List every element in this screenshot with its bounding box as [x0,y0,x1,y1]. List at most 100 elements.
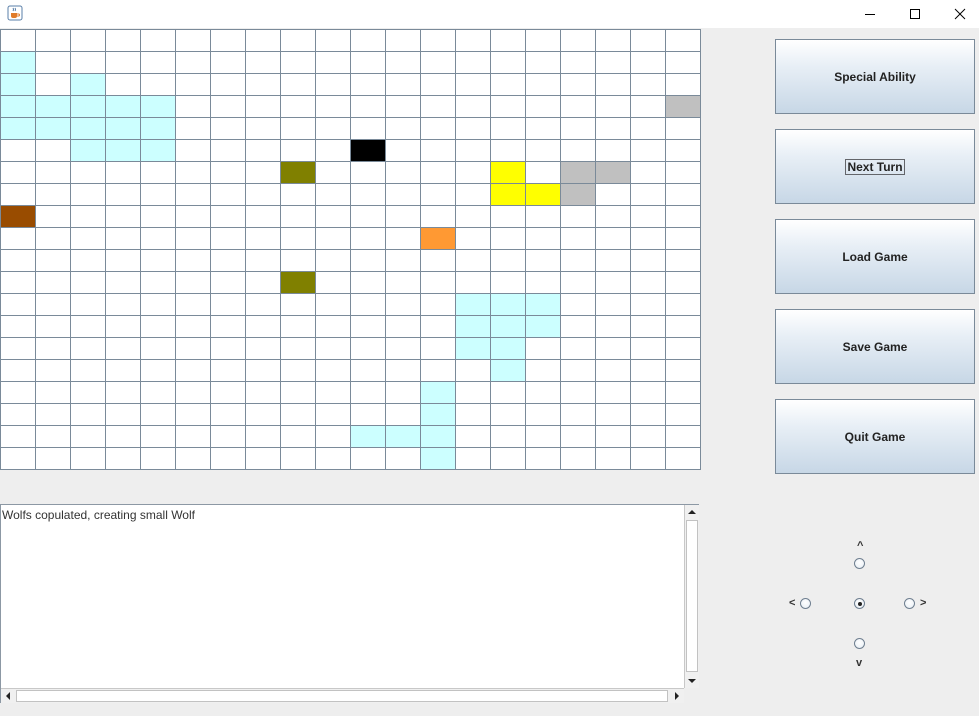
occupied-cell[interactable] [0,117,36,140]
board-cell[interactable] [665,205,701,228]
board-cell[interactable] [175,271,211,294]
occupied-cell[interactable] [70,73,106,96]
close-button[interactable] [937,0,979,28]
occupied-cell[interactable] [420,227,456,250]
board-cell[interactable] [280,95,316,118]
board-cell[interactable] [0,337,36,360]
occupied-cell[interactable] [0,73,36,96]
board-cell[interactable] [560,205,596,228]
board-cell[interactable] [175,227,211,250]
board-cell[interactable] [490,271,526,294]
board-cell[interactable] [245,425,281,448]
board-cell[interactable] [560,293,596,316]
board-cell[interactable] [35,205,71,228]
board-cell[interactable] [0,425,36,448]
board-cell[interactable] [455,161,491,184]
board-cell[interactable] [560,381,596,404]
board-cell[interactable] [105,403,141,426]
board-cell[interactable] [105,271,141,294]
board-cell[interactable] [595,73,631,96]
board-cell[interactable] [210,249,246,272]
board-cell[interactable] [140,51,176,74]
board-cell[interactable] [0,447,36,470]
board-cell[interactable] [455,73,491,96]
board-cell[interactable] [175,29,211,52]
board-cell[interactable] [315,447,351,470]
board-cell[interactable] [210,359,246,382]
board-cell[interactable] [455,117,491,140]
board-cell[interactable] [210,51,246,74]
board-cell[interactable] [560,73,596,96]
board-cell[interactable] [420,117,456,140]
board-cell[interactable] [245,117,281,140]
board-cell[interactable] [140,29,176,52]
board-cell[interactable] [210,183,246,206]
board-cell[interactable] [105,161,141,184]
board-cell[interactable] [595,359,631,382]
board-cell[interactable] [595,117,631,140]
board-cell[interactable] [280,29,316,52]
board-cell[interactable] [315,293,351,316]
board-cell[interactable] [350,403,386,426]
board-cell[interactable] [630,95,666,118]
board-cell[interactable] [350,51,386,74]
board-cell[interactable] [350,183,386,206]
board-cell[interactable] [595,403,631,426]
board-cell[interactable] [525,337,561,360]
board-cell[interactable] [525,95,561,118]
board-cell[interactable] [70,381,106,404]
occupied-cell[interactable] [70,139,106,162]
board-cell[interactable] [105,29,141,52]
board-cell[interactable] [420,315,456,338]
board-cell[interactable] [385,403,421,426]
board-cell[interactable] [0,227,36,250]
board-cell[interactable] [385,95,421,118]
board-cell[interactable] [560,249,596,272]
occupied-cell[interactable] [595,161,631,184]
board-cell[interactable] [420,29,456,52]
board-cell[interactable] [525,29,561,52]
scroll-left-icon[interactable] [1,689,15,703]
board-cell[interactable] [630,425,666,448]
board-cell[interactable] [315,95,351,118]
radio-down[interactable] [854,638,865,649]
board-cell[interactable] [315,271,351,294]
board-cell[interactable] [455,183,491,206]
board-cell[interactable] [315,73,351,96]
board-cell[interactable] [420,249,456,272]
board-cell[interactable] [490,117,526,140]
board-cell[interactable] [315,161,351,184]
board-cell[interactable] [245,51,281,74]
occupied-cell[interactable] [140,117,176,140]
occupied-cell[interactable] [385,425,421,448]
board-cell[interactable] [70,271,106,294]
board-cell[interactable] [385,447,421,470]
board-cell[interactable] [105,183,141,206]
occupied-cell[interactable] [490,315,526,338]
horizontal-scroll-thumb[interactable] [16,690,668,702]
occupied-cell[interactable] [455,315,491,338]
board-cell[interactable] [70,29,106,52]
occupied-cell[interactable] [105,95,141,118]
board-cell[interactable] [0,161,36,184]
board-cell[interactable] [350,95,386,118]
board-cell[interactable] [280,381,316,404]
board-cell[interactable] [665,117,701,140]
board-cell[interactable] [595,139,631,162]
board-cell[interactable] [105,227,141,250]
board-cell[interactable] [70,183,106,206]
board-cell[interactable] [455,381,491,404]
board-cell[interactable] [35,271,71,294]
board-cell[interactable] [35,161,71,184]
board-cell[interactable] [315,315,351,338]
board-cell[interactable] [245,95,281,118]
board-cell[interactable] [210,139,246,162]
board-cell[interactable] [175,95,211,118]
board-cell[interactable] [210,403,246,426]
occupied-cell[interactable] [350,425,386,448]
board-cell[interactable] [70,227,106,250]
board-cell[interactable] [385,271,421,294]
board-cell[interactable] [105,51,141,74]
board-cell[interactable] [385,51,421,74]
board-cell[interactable] [665,293,701,316]
